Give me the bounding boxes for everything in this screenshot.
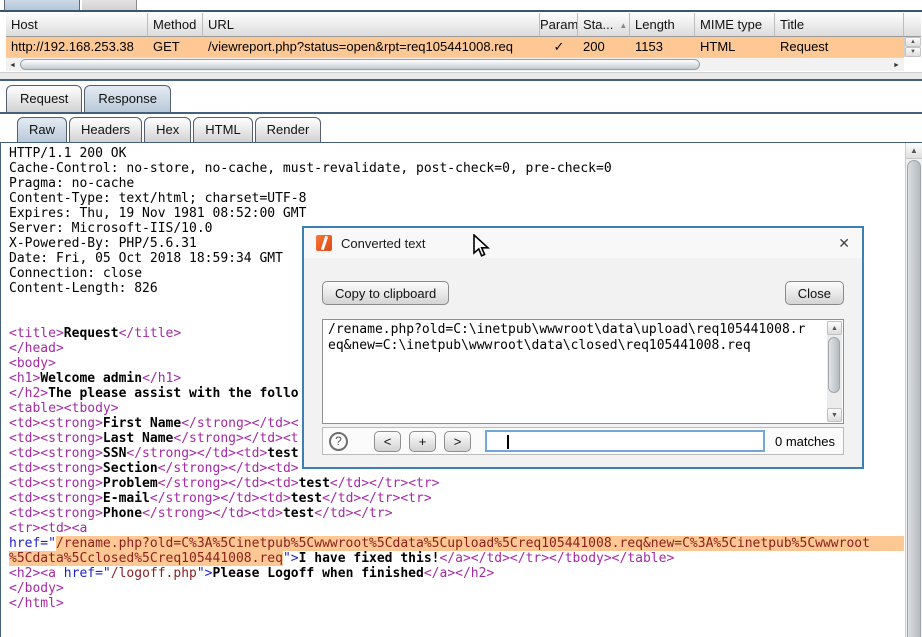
- tab-headers[interactable]: Headers: [69, 117, 142, 142]
- column-label: Length: [635, 17, 675, 32]
- converted-text-line: eq&new=C:\inetpub\wwwroot\data\closed\re…: [328, 338, 823, 354]
- column-label: MIME type: [700, 17, 762, 32]
- tab-html[interactable]: HTML: [193, 117, 252, 142]
- copy-to-clipboard-button[interactable]: Copy to clipboard: [322, 281, 449, 305]
- response-line: </html>: [9, 596, 904, 611]
- search-previous-button[interactable]: <: [374, 431, 401, 452]
- match-count: 0 matches: [775, 434, 835, 449]
- split-pane-divider[interactable]: [0, 72, 922, 81]
- cell-params-check-icon[interactable]: ✓: [540, 37, 578, 57]
- column-header-filler: [904, 13, 921, 37]
- column-header-method[interactable]: Method: [148, 13, 203, 37]
- scroll-down-icon[interactable]: ▼: [905, 47, 921, 57]
- response-line: href="/rename.php?old=C%3A%5Cinetpub%5Cw…: [9, 536, 904, 551]
- tab-raw[interactable]: Raw: [17, 117, 67, 142]
- response-line: <h2><a href="/logoff.php">Please Logoff …: [9, 566, 904, 581]
- proxy-subtabs-fragment: [0, 0, 922, 13]
- textarea-scrollbar-thumb[interactable]: [828, 337, 840, 393]
- response-line: <tr><td><a: [9, 521, 904, 536]
- column-header-title[interactable]: Title: [775, 13, 904, 37]
- dialog-title: Converted text: [341, 236, 426, 251]
- table-vertical-scrollbar[interactable]: ▲ ▼: [904, 37, 921, 57]
- search-add-button[interactable]: +: [409, 431, 436, 452]
- cell-mime-type[interactable]: HTML: [695, 37, 775, 57]
- column-header-length[interactable]: Length: [630, 13, 695, 37]
- mouse-cursor-icon: [472, 234, 494, 260]
- table-horizontal-scrollbar[interactable]: ◄ ►: [6, 57, 904, 71]
- scroll-up-icon[interactable]: ▲: [906, 143, 922, 159]
- active-subtab-fragment[interactable]: [4, 0, 80, 10]
- text-caret: [507, 435, 509, 449]
- cell-status[interactable]: 200: [578, 37, 630, 57]
- response-line: Content-Type: text/html; charset=UTF-8: [9, 191, 904, 206]
- inactive-subtab-fragment[interactable]: [82, 0, 137, 10]
- dialog-button-row: Copy to clipboard Close: [322, 281, 844, 305]
- sort-ascending-icon: ▲: [619, 21, 627, 30]
- burp-suite-window: Host Method URL Params Sta... ▲ Length MI…: [0, 0, 922, 637]
- search-input[interactable]: [485, 430, 765, 452]
- help-icon[interactable]: ?: [329, 432, 348, 451]
- table-row[interactable]: http://192.168.253.38 GET /viewreport.ph…: [6, 37, 921, 57]
- column-header-host[interactable]: Host: [6, 13, 148, 37]
- response-line: Expires: Thu, 19 Nov 1981 08:52:00 GMT: [9, 206, 904, 221]
- textarea-scrollbar[interactable]: ▲ ▼: [827, 321, 842, 422]
- response-view-tabs: Raw Headers Hex HTML Render: [0, 114, 922, 143]
- response-vertical-scrollbar[interactable]: ▲: [905, 143, 922, 637]
- vertical-scrollbar-thumb[interactable]: [907, 160, 921, 637]
- tab-request[interactable]: Request: [6, 85, 82, 112]
- burp-icon: [316, 235, 332, 251]
- response-line: </body>: [9, 581, 904, 596]
- tab-response[interactable]: Response: [84, 85, 171, 112]
- cell-method[interactable]: GET: [148, 37, 203, 57]
- scroll-down-icon[interactable]: ▼: [827, 408, 842, 422]
- response-line: <td><strong>Problem</strong></td><td>tes…: [9, 476, 904, 491]
- response-line: Pragma: no-cache: [9, 176, 904, 191]
- column-label: URL: [208, 17, 234, 32]
- http-history-table: Host Method URL Params Sta... ▲ Length MI…: [6, 13, 921, 71]
- response-line: Cache-Control: no-store, no-cache, must-…: [9, 161, 904, 176]
- column-label: Method: [153, 17, 196, 32]
- dialog-close-icon[interactable]: ✕: [838, 235, 850, 252]
- column-label: Title: [780, 17, 804, 32]
- cell-host[interactable]: http://192.168.253.38: [6, 37, 148, 57]
- column-label: Host: [11, 17, 38, 32]
- scroll-right-icon[interactable]: ►: [890, 59, 903, 71]
- scroll-left-icon[interactable]: ◄: [6, 59, 19, 71]
- cell-url[interactable]: /viewreport.php?status=open&rpt=req10544…: [203, 37, 540, 57]
- column-header-status[interactable]: Sta... ▲: [578, 13, 630, 37]
- tab-render[interactable]: Render: [255, 117, 322, 142]
- response-line: <td><strong>E-mail</strong></td><td>test…: [9, 491, 904, 506]
- response-line: <td><strong>Phone</strong></td><td>test<…: [9, 506, 904, 521]
- column-header-params[interactable]: Params: [540, 13, 578, 37]
- scroll-up-icon[interactable]: ▲: [827, 321, 842, 335]
- column-label: Sta...: [583, 17, 613, 32]
- search-next-button[interactable]: >: [444, 431, 471, 452]
- cell-length[interactable]: 1153: [630, 37, 695, 57]
- dialog-titlebar[interactable]: Converted text ✕: [304, 228, 862, 258]
- column-header-mime-type[interactable]: MIME type: [695, 13, 775, 37]
- tabbar-divider: [0, 10, 922, 12]
- column-header-url[interactable]: URL: [203, 13, 540, 37]
- column-label: Params: [540, 17, 578, 32]
- tab-hex[interactable]: Hex: [144, 117, 191, 142]
- table-header-row: Host Method URL Params Sta... ▲ Length MI…: [6, 13, 921, 37]
- response-line: %5Cdata%5Cclosed%5Creq105441008.req">I h…: [9, 551, 904, 566]
- scroll-up-icon[interactable]: ▲: [905, 37, 921, 47]
- cell-title[interactable]: Request: [775, 37, 904, 57]
- message-editor-tabs: Request Response: [0, 81, 922, 114]
- burp-bolt-shape: [321, 236, 328, 250]
- converted-text-area[interactable]: /rename.php?old=C:\inetpub\wwwroot\data\…: [322, 319, 844, 424]
- response-line: HTTP/1.1 200 OK: [9, 146, 904, 161]
- search-bar: ? < + > 0 matches: [322, 427, 844, 455]
- converted-text-dialog: Converted text ✕ Copy to clipboard Close…: [302, 226, 864, 469]
- converted-text-line: /rename.php?old=C:\inetpub\wwwroot\data\…: [328, 322, 823, 338]
- close-button[interactable]: Close: [785, 281, 844, 305]
- horizontal-scrollbar-thumb[interactable]: [20, 59, 700, 70]
